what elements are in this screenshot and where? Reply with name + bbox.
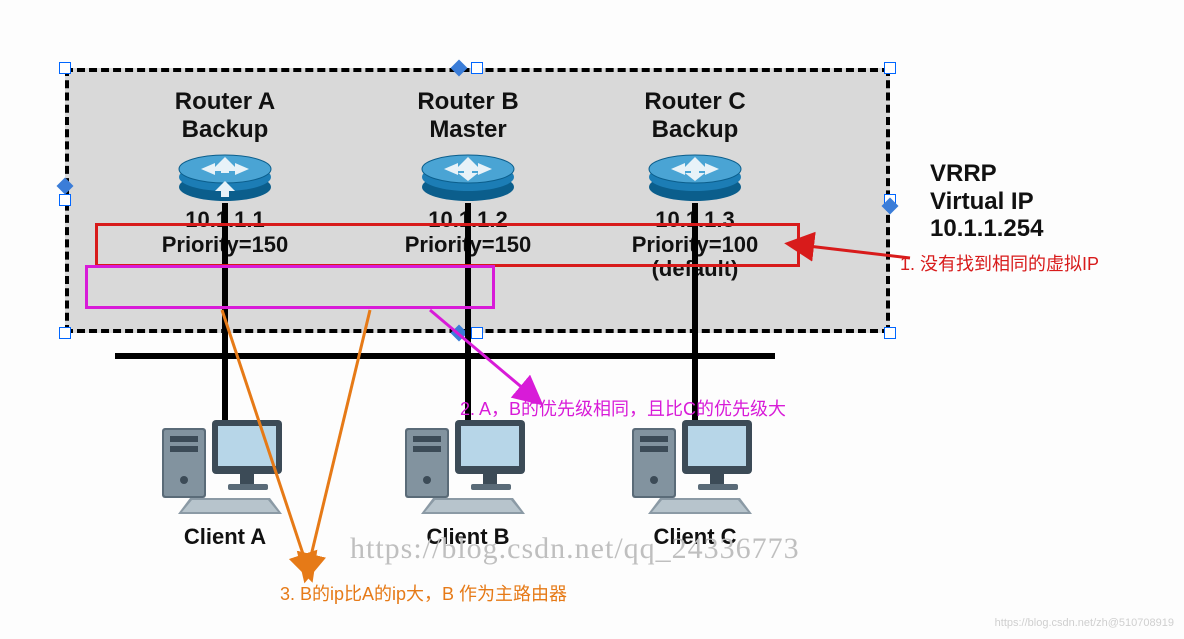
selection-handle [59,62,71,74]
router-c-name: Router C [644,88,745,115]
annotation-box-2 [85,265,495,309]
router-b-name: Router B [417,88,518,115]
workstation-icon [620,410,770,520]
router-icon [418,147,518,203]
annotation-text-1: 1. 没有找到相同的虚拟IP [900,250,1160,276]
selection-handle [59,327,71,339]
selection-handle [59,194,71,206]
selection-handle [471,62,483,74]
vrrp-line1: VRRP [930,160,997,187]
workstation-icon [393,410,543,520]
workstation-icon [150,410,300,520]
annotation-text-2: 2. A，B的优先级相同，且比C的优先级大 [460,395,880,421]
selection-handle [884,327,896,339]
annotation-box-1 [95,223,800,267]
selection-handle [471,327,483,339]
router-a-name: Router A [175,88,275,115]
vrrp-line2: Virtual IP [930,188,1034,215]
lan-bus [115,353,775,359]
vrrp-line3: 10.1.1.254 [930,215,1043,242]
router-icon [175,147,275,203]
vrrp-virtual-ip-label: VRRP Virtual IP 10.1.1.254 [930,160,1160,243]
watermark-small: https://blog.csdn.net/zh@510708919 [995,617,1174,629]
client-b: Client B [368,410,568,550]
client-a: Client A [125,410,325,550]
router-icon [645,147,745,203]
client-c: Client C [595,410,795,550]
router-b-role: Master [429,116,506,143]
router-a-role: Backup [182,116,269,143]
client-a-label: Client A [125,524,325,550]
watermark-url: https://blog.csdn.net/qq_24336773 [350,532,800,566]
router-c-role: Backup [652,116,739,143]
selection-handle [884,62,896,74]
annotation-text-3: 3. B的ip比A的ip大，B 作为主路由器 [280,580,700,606]
vrrp-diagram: Router A Backup 10.1.1.1 Priority=150 Ro… [0,0,1184,639]
